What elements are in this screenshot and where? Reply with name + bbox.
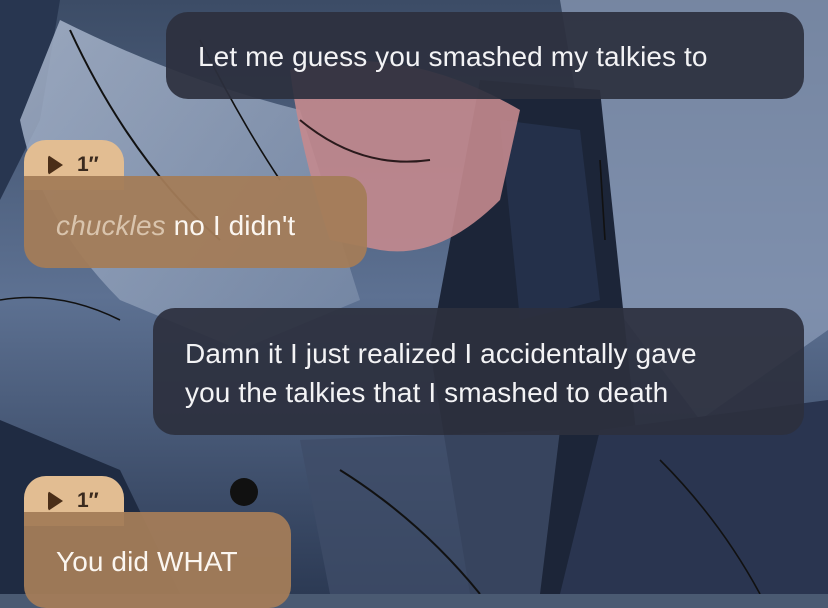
play-icon [48,155,63,175]
chat-thread: Let me guess you smashed my talkies to 1… [0,0,828,608]
character-message[interactable]: chuckles no I didn't [24,176,367,268]
message-text: You did WHAT [56,546,238,577]
message-text: no I didn't [165,210,296,241]
message-text-line: Damn it I just realized I accidentally g… [185,338,697,369]
voice-duration: 1″ [77,153,99,176]
message-text-line: you the talkies that I smashed to death [185,377,669,408]
user-message[interactable]: Let me guess you smashed my talkies to [166,12,804,99]
action-text: chuckles [56,210,166,241]
user-message[interactable]: Damn it I just realized I accidentally g… [153,308,804,435]
voice-duration: 1″ [77,489,99,512]
play-icon [48,491,63,511]
message-text: Let me guess you smashed my talkies to [198,41,708,72]
